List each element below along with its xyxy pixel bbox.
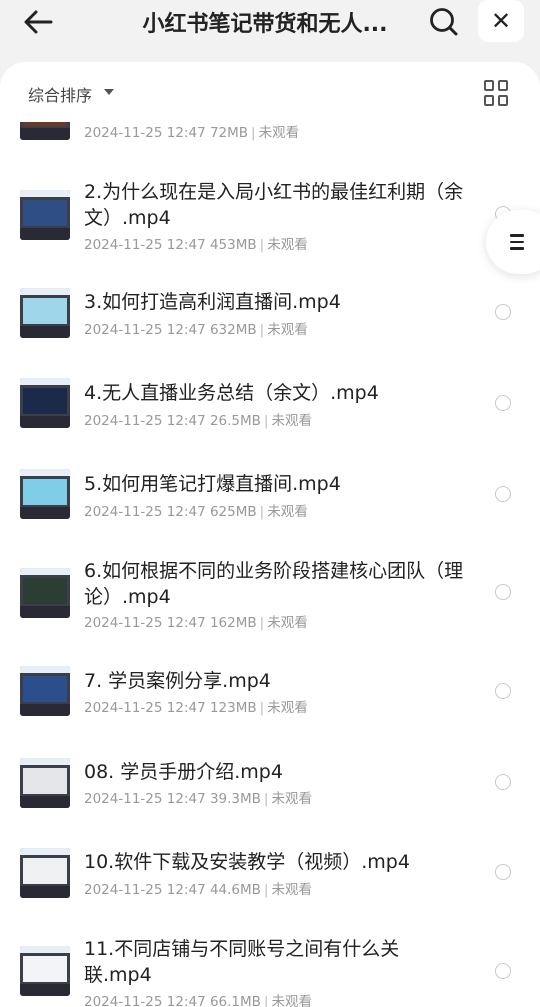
video-thumbnail (20, 190, 70, 240)
file-size: 26.5MB (209, 413, 261, 429)
watch-status: 未观看 (267, 504, 308, 520)
file-date: 2024-11-25 12:47 (84, 237, 206, 253)
file-date: 2024-11-25 12:47 (84, 125, 206, 141)
watch-status: 未观看 (271, 882, 312, 898)
page-title: 小红书笔记带货和无人... (142, 12, 388, 37)
file-list[interactable]: 2024-11-25 12:47 72MB | 未观看 2.为什么现在是入局小红书的最… (0, 62, 540, 1007)
file-name: 3.如何打造高利润直播间.mp4 (84, 291, 341, 313)
file-size: 123MB (209, 700, 257, 716)
file-date: 2024-11-25 12:47 (84, 322, 206, 338)
file-size: 44.6MB (209, 882, 261, 898)
watch-status: 未观看 (271, 413, 312, 429)
select-radio[interactable] (495, 584, 511, 600)
select-radio[interactable] (495, 864, 511, 880)
video-thumbnail (20, 378, 70, 428)
file-name: 5.如何用笔记打爆直播间.mp4 (84, 473, 341, 495)
file-date: 2024-11-25 12:47 (84, 504, 206, 520)
watch-status: 未观看 (267, 237, 308, 253)
select-radio[interactable] (495, 304, 511, 320)
video-thumbnail (20, 568, 70, 618)
file-date: 2024-11-25 12:47 (84, 791, 206, 807)
file-size: 625MB (209, 504, 257, 520)
sort-bar: 综合排序 (0, 62, 540, 122)
file-meta: 2024-11-25 12:47 453MB | 未观看 (84, 237, 308, 253)
video-thumbnail (20, 946, 70, 996)
file-date: 2024-11-25 12:47 (84, 700, 206, 716)
back-button[interactable] (18, 4, 58, 40)
file-meta: 2024-11-25 12:47 72MB | 未观看 (84, 125, 300, 141)
file-meta: 2024-11-25 12:47 39.3MB | 未观看 (84, 791, 312, 807)
file-date: 2024-11-25 12:47 (84, 413, 206, 429)
menu-lines-icon (510, 234, 524, 254)
video-thumbnail (20, 666, 70, 716)
file-name: 4.无人直播业务总结（余文）.mp4 (84, 382, 379, 404)
file-name: 6.如何根据不同的业务阶段搭建核心团队（理论）.mp4 (84, 560, 464, 608)
video-thumbnail (20, 469, 70, 519)
select-radio[interactable] (495, 963, 511, 979)
watch-status: 未观看 (267, 615, 308, 631)
video-thumbnail (20, 288, 70, 338)
file-size: 72MB (209, 125, 249, 141)
file-size: 39.3MB (209, 791, 261, 807)
close-button[interactable]: ✕ (478, 0, 524, 42)
file-date: 2024-11-25 12:47 (84, 615, 206, 631)
file-name: 11.不同店铺与不同账号之间有什么关联.mp4 (84, 938, 400, 986)
search-icon (430, 8, 458, 36)
file-size: 66.1MB (209, 994, 261, 1007)
caret-down-icon[interactable] (104, 89, 114, 95)
watch-status: 未观看 (267, 700, 308, 716)
file-meta: 2024-11-25 12:47 625MB | 未观看 (84, 504, 308, 520)
video-thumbnail (20, 758, 70, 808)
file-name: 7. 学员案例分享.mp4 (84, 670, 271, 692)
file-date: 2024-11-25 12:47 (84, 882, 206, 898)
select-radio[interactable] (495, 395, 511, 411)
file-meta: 2024-11-25 12:47 26.5MB | 未观看 (84, 413, 312, 429)
file-meta: 2024-11-25 12:47 632MB | 未观看 (84, 322, 308, 338)
video-thumbnail (20, 848, 70, 898)
file-meta: 2024-11-25 12:47 162MB | 未观看 (84, 615, 308, 631)
file-name: 10.软件下载及安装教学（视频）.mp4 (84, 851, 410, 873)
select-radio[interactable] (495, 683, 511, 699)
watch-status: 未观看 (271, 791, 312, 807)
file-date: 2024-11-25 12:47 (84, 994, 206, 1007)
grid-view-icon[interactable] (484, 80, 510, 106)
file-name: 2.为什么现在是入局小红书的最佳红利期（余文）.mp4 (84, 181, 464, 229)
file-size: 632MB (209, 322, 257, 338)
file-size: 453MB (209, 237, 257, 253)
top-bar: 小红书笔记带货和无人... ✕ (0, 0, 540, 62)
close-icon: ✕ (490, 7, 512, 35)
file-name: 08. 学员手册介绍.mp4 (84, 761, 283, 783)
watch-status: 未观看 (271, 994, 312, 1007)
arrow-left-icon (24, 10, 53, 34)
sort-dropdown[interactable]: 综合排序 (28, 82, 92, 106)
file-meta: 2024-11-25 12:47 123MB | 未观看 (84, 700, 308, 716)
file-size: 162MB (209, 615, 257, 631)
file-meta: 2024-11-25 12:47 44.6MB | 未观看 (84, 882, 312, 898)
file-list-sheet: 2024-11-25 12:47 72MB | 未观看 2.为什么现在是入局小红书的最… (0, 62, 540, 1007)
search-button[interactable] (425, 4, 463, 40)
watch-status: 未观看 (258, 125, 300, 141)
select-radio[interactable] (495, 774, 511, 790)
select-radio[interactable] (495, 486, 511, 502)
file-meta: 2024-11-25 12:47 66.1MB | 未观看 (84, 990, 312, 1007)
watch-status: 未观看 (267, 322, 308, 338)
